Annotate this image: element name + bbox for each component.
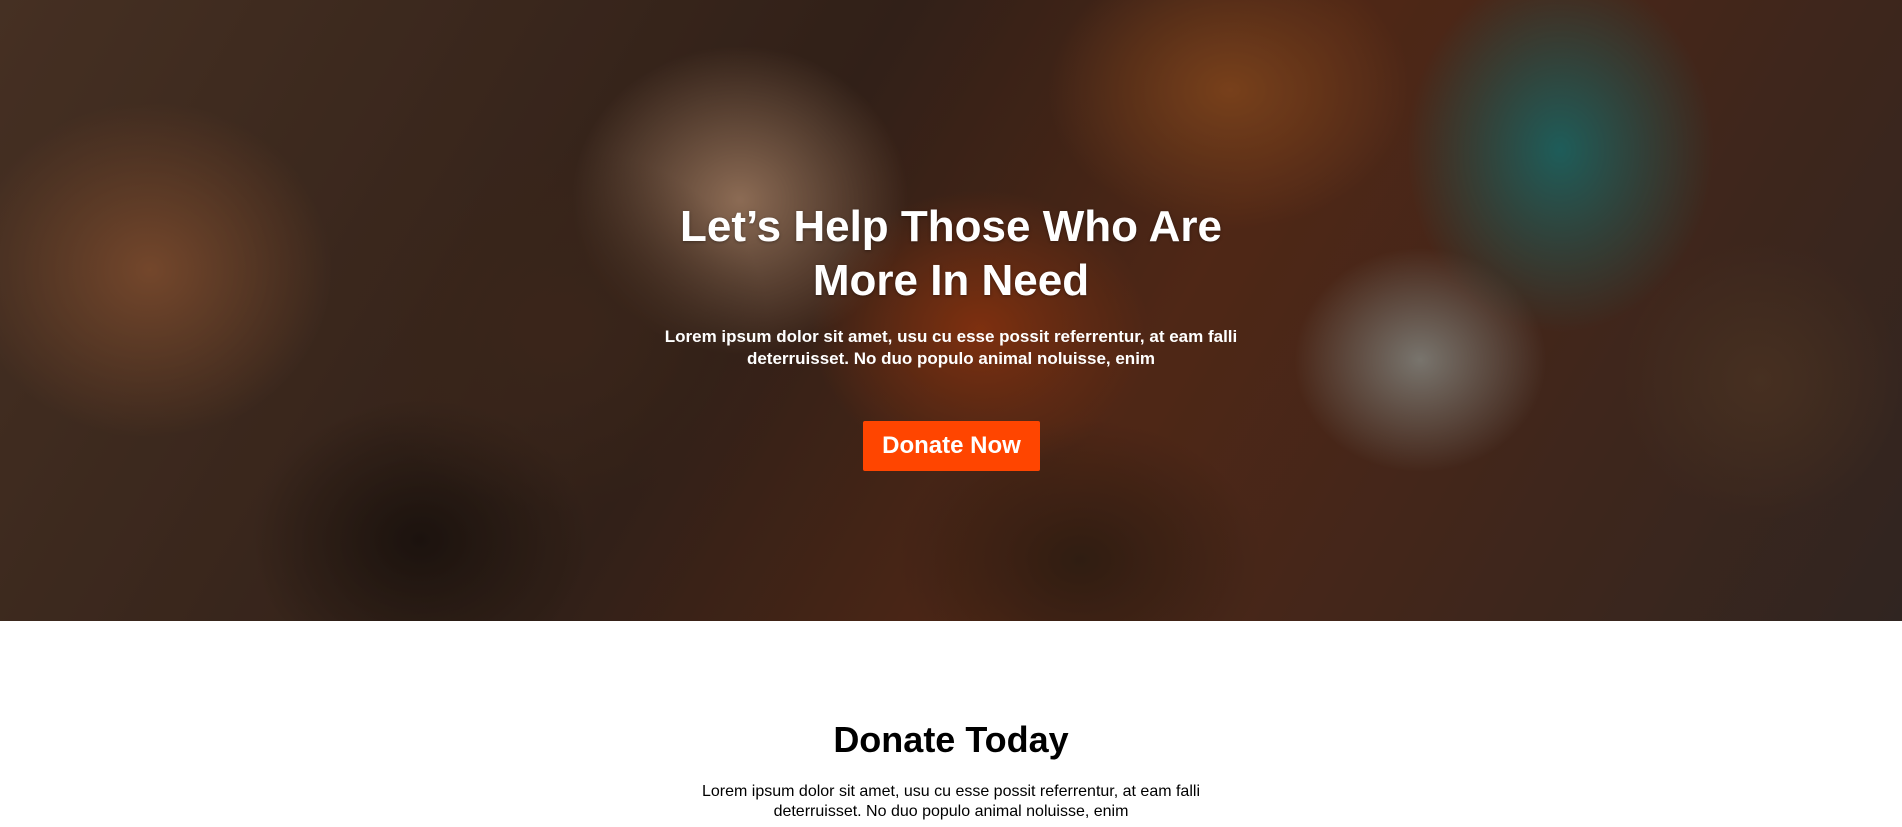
donate-today-section: Donate Today Lorem ipsum dolor sit amet,…: [0, 621, 1902, 827]
section-description: Lorem ipsum dolor sit amet, usu cu esse …: [702, 783, 1200, 820]
donate-now-button[interactable]: Donate Now: [863, 421, 1040, 471]
hero-section: Let’s Help Those Who Are More In Need Lo…: [0, 0, 1902, 621]
hero-subtitle: Lorem ipsum dolor sit amet, usu cu esse …: [664, 327, 1238, 368]
hero-title: Let’s Help Those Who Are More In Need: [680, 202, 1222, 305]
hero-content: Let’s Help Those Who Are More In Need Lo…: [0, 0, 1902, 621]
section-title: Donate Today: [833, 719, 1069, 760]
